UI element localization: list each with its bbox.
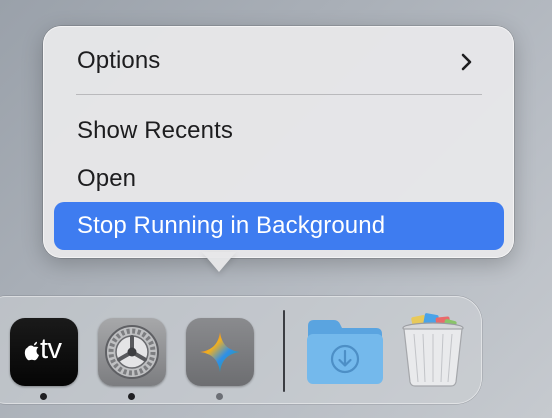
gear-icon [105, 325, 159, 379]
menu-item-stop-running-label: Stop Running in Background [77, 212, 386, 239]
apple-tv-text: tv [40, 333, 62, 365]
chevron-right-icon [461, 53, 472, 71]
sparkle-shape [200, 332, 240, 372]
menu-separator [76, 94, 482, 95]
sparkle-icon[interactable] [186, 318, 254, 386]
dock-divider [283, 310, 285, 392]
menu-item-stop-running-in-background[interactable]: Stop Running in Background [54, 202, 504, 250]
dock-context-menu: Options Show Recents Open Stop Running i… [43, 26, 514, 258]
menu-item-open-label: Open [77, 165, 137, 192]
sparkle-running-indicator [216, 393, 223, 400]
menu-item-options-label: Options [77, 47, 161, 74]
trash-icon[interactable] [398, 312, 468, 388]
menu-item-options[interactable]: Options [54, 37, 504, 85]
menu-pointer-tail [202, 252, 236, 272]
system-settings-running-indicator [128, 393, 135, 400]
system-settings-icon[interactable] [98, 318, 166, 386]
trash-shape [402, 313, 464, 387]
menu-item-open[interactable]: Open [54, 155, 504, 203]
menu-item-show-recents[interactable]: Show Recents [54, 107, 504, 155]
apple-tv-running-indicator [40, 393, 47, 400]
menu-item-show-recents-label: Show Recents [77, 117, 233, 144]
folder-shape [307, 320, 383, 384]
apple-tv-icon[interactable]: tv [10, 318, 78, 386]
downloads-folder-icon[interactable] [304, 316, 386, 388]
